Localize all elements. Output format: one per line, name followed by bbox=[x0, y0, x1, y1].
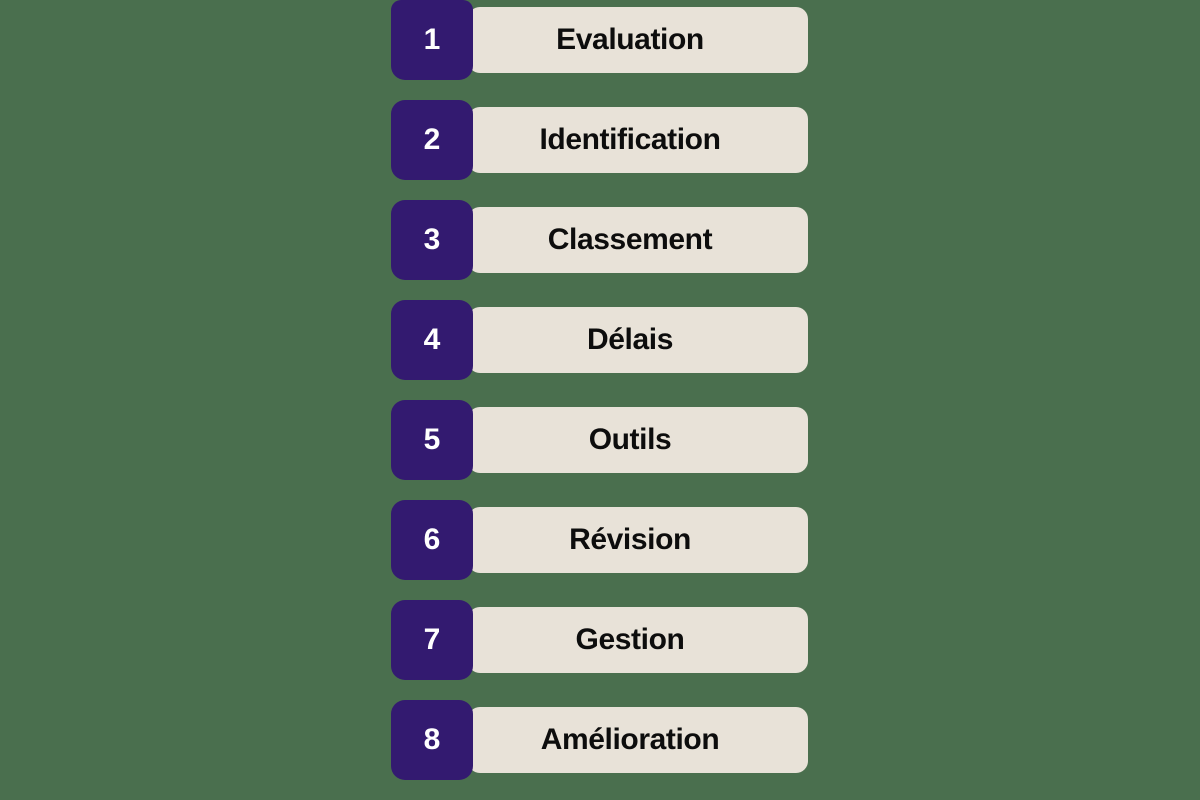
step-number-badge: 8 bbox=[391, 700, 473, 780]
step-number-badge: 1 bbox=[391, 0, 473, 80]
step-label-bar: Outils bbox=[468, 407, 808, 473]
step-label: Identification bbox=[539, 123, 721, 156]
list-item[interactable]: Outils 5 bbox=[391, 400, 811, 480]
step-label: Gestion bbox=[575, 623, 685, 656]
list-item[interactable]: Délais 4 bbox=[391, 300, 811, 380]
list-item[interactable]: Gestion 7 bbox=[391, 600, 811, 680]
step-label-bar: Evaluation bbox=[468, 7, 808, 73]
step-label: Délais bbox=[587, 323, 673, 356]
step-number-badge: 3 bbox=[391, 200, 473, 280]
step-label: Evaluation bbox=[556, 23, 704, 56]
list-item[interactable]: Classement 3 bbox=[391, 200, 811, 280]
step-number-badge: 4 bbox=[391, 300, 473, 380]
list-item[interactable]: Amélioration 8 bbox=[391, 700, 811, 780]
step-number: 2 bbox=[423, 123, 441, 156]
step-label: Classement bbox=[547, 223, 713, 256]
step-number: 4 bbox=[423, 323, 441, 356]
list-item[interactable]: Evaluation 1 bbox=[391, 0, 811, 80]
step-number: 8 bbox=[423, 723, 441, 756]
step-number-badge: 6 bbox=[391, 500, 473, 580]
step-label-bar: Amélioration bbox=[468, 707, 808, 773]
step-number: 7 bbox=[423, 623, 441, 656]
list-item[interactable]: Révision 6 bbox=[391, 500, 811, 580]
step-number-badge: 2 bbox=[391, 100, 473, 180]
step-number: 6 bbox=[423, 523, 441, 556]
numbered-steps-list: Evaluation 1 Identification 2 Classement… bbox=[391, 0, 811, 800]
infographic-canvas: Evaluation 1 Identification 2 Classement… bbox=[0, 0, 1200, 800]
step-label: Outils bbox=[588, 423, 672, 456]
list-item[interactable]: Identification 2 bbox=[391, 100, 811, 180]
step-number: 5 bbox=[423, 423, 441, 456]
step-number: 3 bbox=[423, 223, 441, 256]
step-label-bar: Classement bbox=[468, 207, 808, 273]
step-number-badge: 5 bbox=[391, 400, 473, 480]
step-label: Amélioration bbox=[540, 723, 720, 756]
step-label: Révision bbox=[569, 523, 691, 556]
step-label-bar: Identification bbox=[468, 107, 808, 173]
step-label-bar: Délais bbox=[468, 307, 808, 373]
step-number-badge: 7 bbox=[391, 600, 473, 680]
step-label-bar: Révision bbox=[468, 507, 808, 573]
step-number: 1 bbox=[423, 23, 441, 56]
step-label-bar: Gestion bbox=[468, 607, 808, 673]
